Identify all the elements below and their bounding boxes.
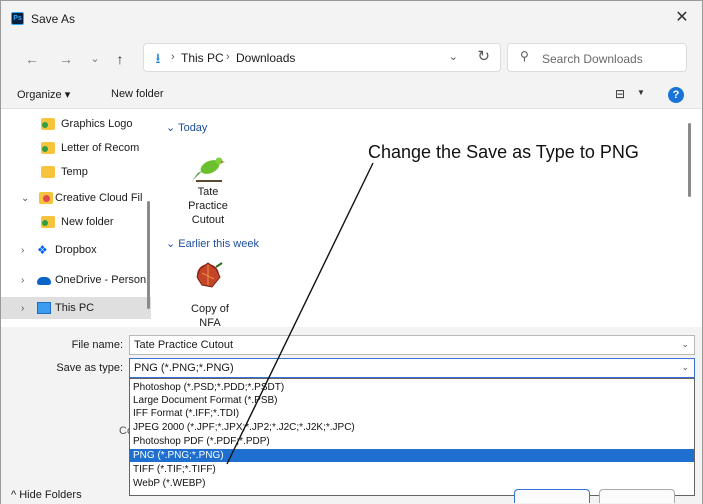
sidebar-item-creative-cloud-files[interactable]: ⌄ Creative Cloud Fil [1, 187, 151, 211]
file-label-line: Copy of [191, 303, 229, 315]
save-as-type-label: Save as type: [56, 362, 123, 374]
view-options-icon[interactable]: ⊟ [615, 87, 625, 101]
option-tiff[interactable]: TIFF (*.TIF;*.TIFF) [130, 463, 694, 476]
file-label-line: Practice [188, 200, 228, 212]
parrot-thumbnail-icon[interactable] [188, 151, 228, 187]
close-icon[interactable]: ✕ [672, 8, 692, 28]
refresh-icon[interactable]: ↻ [477, 47, 490, 65]
option-png[interactable]: PNG (*.PNG;*.PNG) [130, 449, 694, 462]
this-pc-icon [37, 302, 51, 314]
forward-arrow-icon[interactable]: → [57, 49, 75, 69]
sidebar-item-label: Letter of Recom [61, 142, 140, 154]
save-as-dialog: Ps Save As ✕ ← → ⌄ ↑ ⭳ › This PC › Downl… [0, 0, 703, 504]
save-as-type-dropdown[interactable]: Photoshop (*.PSD;*.PDD;*.PSDT) Large Doc… [129, 378, 695, 496]
sidebar-item-label: New folder [61, 216, 114, 228]
back-arrow-icon[interactable]: ← [23, 49, 41, 69]
dropbox-icon: ❖ [37, 243, 48, 257]
file-name-chevron-icon[interactable]: ⌄ [681, 339, 689, 350]
sidebar-item-label: Dropbox [55, 244, 97, 256]
option-iff-format[interactable]: IFF Format (*.IFF;*.TDI) [130, 407, 694, 420]
green-folder-icon [41, 142, 55, 154]
file-label-line: Cutout [191, 214, 225, 226]
file-item-label[interactable]: Copy of NFA [174, 302, 246, 330]
sidebar-item-onedrive[interactable]: › OneDrive - Person [1, 269, 151, 293]
file-item-label[interactable]: Tate Practice Cutout [172, 185, 244, 227]
search-icon: ⚲ [520, 49, 529, 63]
file-list-scrollbar[interactable] [688, 123, 691, 197]
command-toolbar: Organize ▾ New folder ⊟ ▼ ? [1, 81, 702, 109]
sidebar-item-label: Temp [61, 166, 88, 178]
expand-chevron-icon[interactable]: › [21, 275, 24, 286]
up-arrow-icon[interactable]: ↑ [111, 49, 129, 69]
recent-locations-chevron-icon[interactable]: ⌄ [87, 49, 103, 69]
sidebar-item-graphics-logo[interactable]: Graphics Logo [1, 113, 151, 137]
group-header-today[interactable]: ⌄ Today [166, 121, 207, 134]
onedrive-icon [37, 277, 51, 285]
save-as-type-value: PNG (*.PNG;*.PNG) [134, 362, 234, 374]
title-bar: Ps Save As ✕ [1, 1, 702, 37]
navigation-pane-scrollbar[interactable] [147, 201, 150, 309]
view-options-chevron-icon[interactable]: ▼ [637, 88, 645, 97]
file-name-label: File name: [71, 339, 123, 351]
option-jpeg-2000[interactable]: JPEG 2000 (*.JPF;*.JPX;*.JP2;*.J2C;*.J2K… [130, 421, 694, 434]
hide-folders-button[interactable]: ^ Hide Folders [11, 489, 82, 501]
group-header-earlier-this-week[interactable]: ⌄ Earlier this week [166, 237, 259, 250]
breadcrumb-separator-icon[interactable]: › [171, 51, 175, 63]
file-name-value: Tate Practice Cutout [134, 339, 234, 351]
save-as-type-chevron-icon[interactable]: ⌄ [681, 362, 689, 373]
option-photoshop-pdf[interactable]: Photoshop PDF (*.PDF;*.PDP) [130, 435, 694, 448]
option-large-document-format[interactable]: Large Document Format (*.PSB) [130, 394, 694, 407]
new-folder-button[interactable]: New folder [111, 88, 164, 100]
expand-chevron-icon[interactable]: › [21, 245, 24, 256]
sidebar-item-this-pc[interactable]: › This PC [1, 297, 151, 319]
expand-chevron-icon[interactable]: › [21, 303, 24, 314]
green-folder-icon [41, 118, 55, 130]
breadcrumb-downloads[interactable]: Downloads [236, 51, 295, 65]
sidebar-item-temp[interactable]: Temp [1, 161, 151, 185]
sidebar-item-label: Graphics Logo [61, 118, 133, 130]
sidebar-item-dropbox[interactable]: › ❖ Dropbox [1, 239, 151, 263]
file-label-line: Tate [197, 186, 219, 198]
annotation-text: Change the Save as Type to PNG [368, 142, 639, 162]
photoshop-app-icon: Ps [11, 12, 24, 25]
sidebar-item-label: Creative Cloud Fil [55, 192, 143, 204]
sidebar-item-letter-of-recommendation[interactable]: Letter of Recom [1, 137, 151, 161]
breadcrumb-this-pc[interactable]: This PC [181, 51, 224, 65]
option-photoshop[interactable]: Photoshop (*.PSD;*.PDD;*.PSDT) [130, 381, 694, 394]
address-bar[interactable]: ⭳ › This PC › Downloads ⌄ ↻ [143, 43, 501, 72]
navigation-row: ← → ⌄ ↑ ⭳ › This PC › Downloads ⌄ ↻ ⚲ Se… [1, 37, 702, 81]
expand-chevron-icon[interactable]: ⌄ [21, 193, 29, 204]
creative-cloud-folder-icon [39, 192, 53, 204]
green-folder-icon [41, 216, 55, 228]
navigation-pane: Graphics Logo Letter of Recom Temp ⌄ Cre… [1, 109, 156, 327]
downloads-icon: ⭳ [155, 50, 161, 66]
search-input[interactable]: ⚲ Search Downloads [507, 43, 687, 72]
organize-button[interactable]: Organize ▾ [17, 88, 70, 101]
search-placeholder: Search Downloads [542, 52, 643, 66]
file-name-field[interactable]: Tate Practice Cutout ⌄ [129, 335, 695, 355]
save-button[interactable] [514, 489, 590, 503]
sidebar-item-label: This PC [55, 302, 95, 314]
window-title: Save As [31, 12, 76, 26]
address-history-chevron-icon[interactable]: ⌄ [449, 50, 458, 63]
sidebar-item-new-folder[interactable]: New folder [1, 211, 151, 235]
cancel-button[interactable] [599, 489, 675, 503]
leaf-thumbnail-icon[interactable] [190, 257, 230, 293]
folder-icon [41, 166, 55, 178]
sidebar-item-label: OneDrive - Person [55, 274, 147, 286]
help-icon[interactable]: ? [668, 87, 684, 103]
save-as-type-select[interactable]: PNG (*.PNG;*.PNG) ⌄ [129, 358, 695, 378]
breadcrumb-separator-icon[interactable]: › [226, 51, 230, 63]
